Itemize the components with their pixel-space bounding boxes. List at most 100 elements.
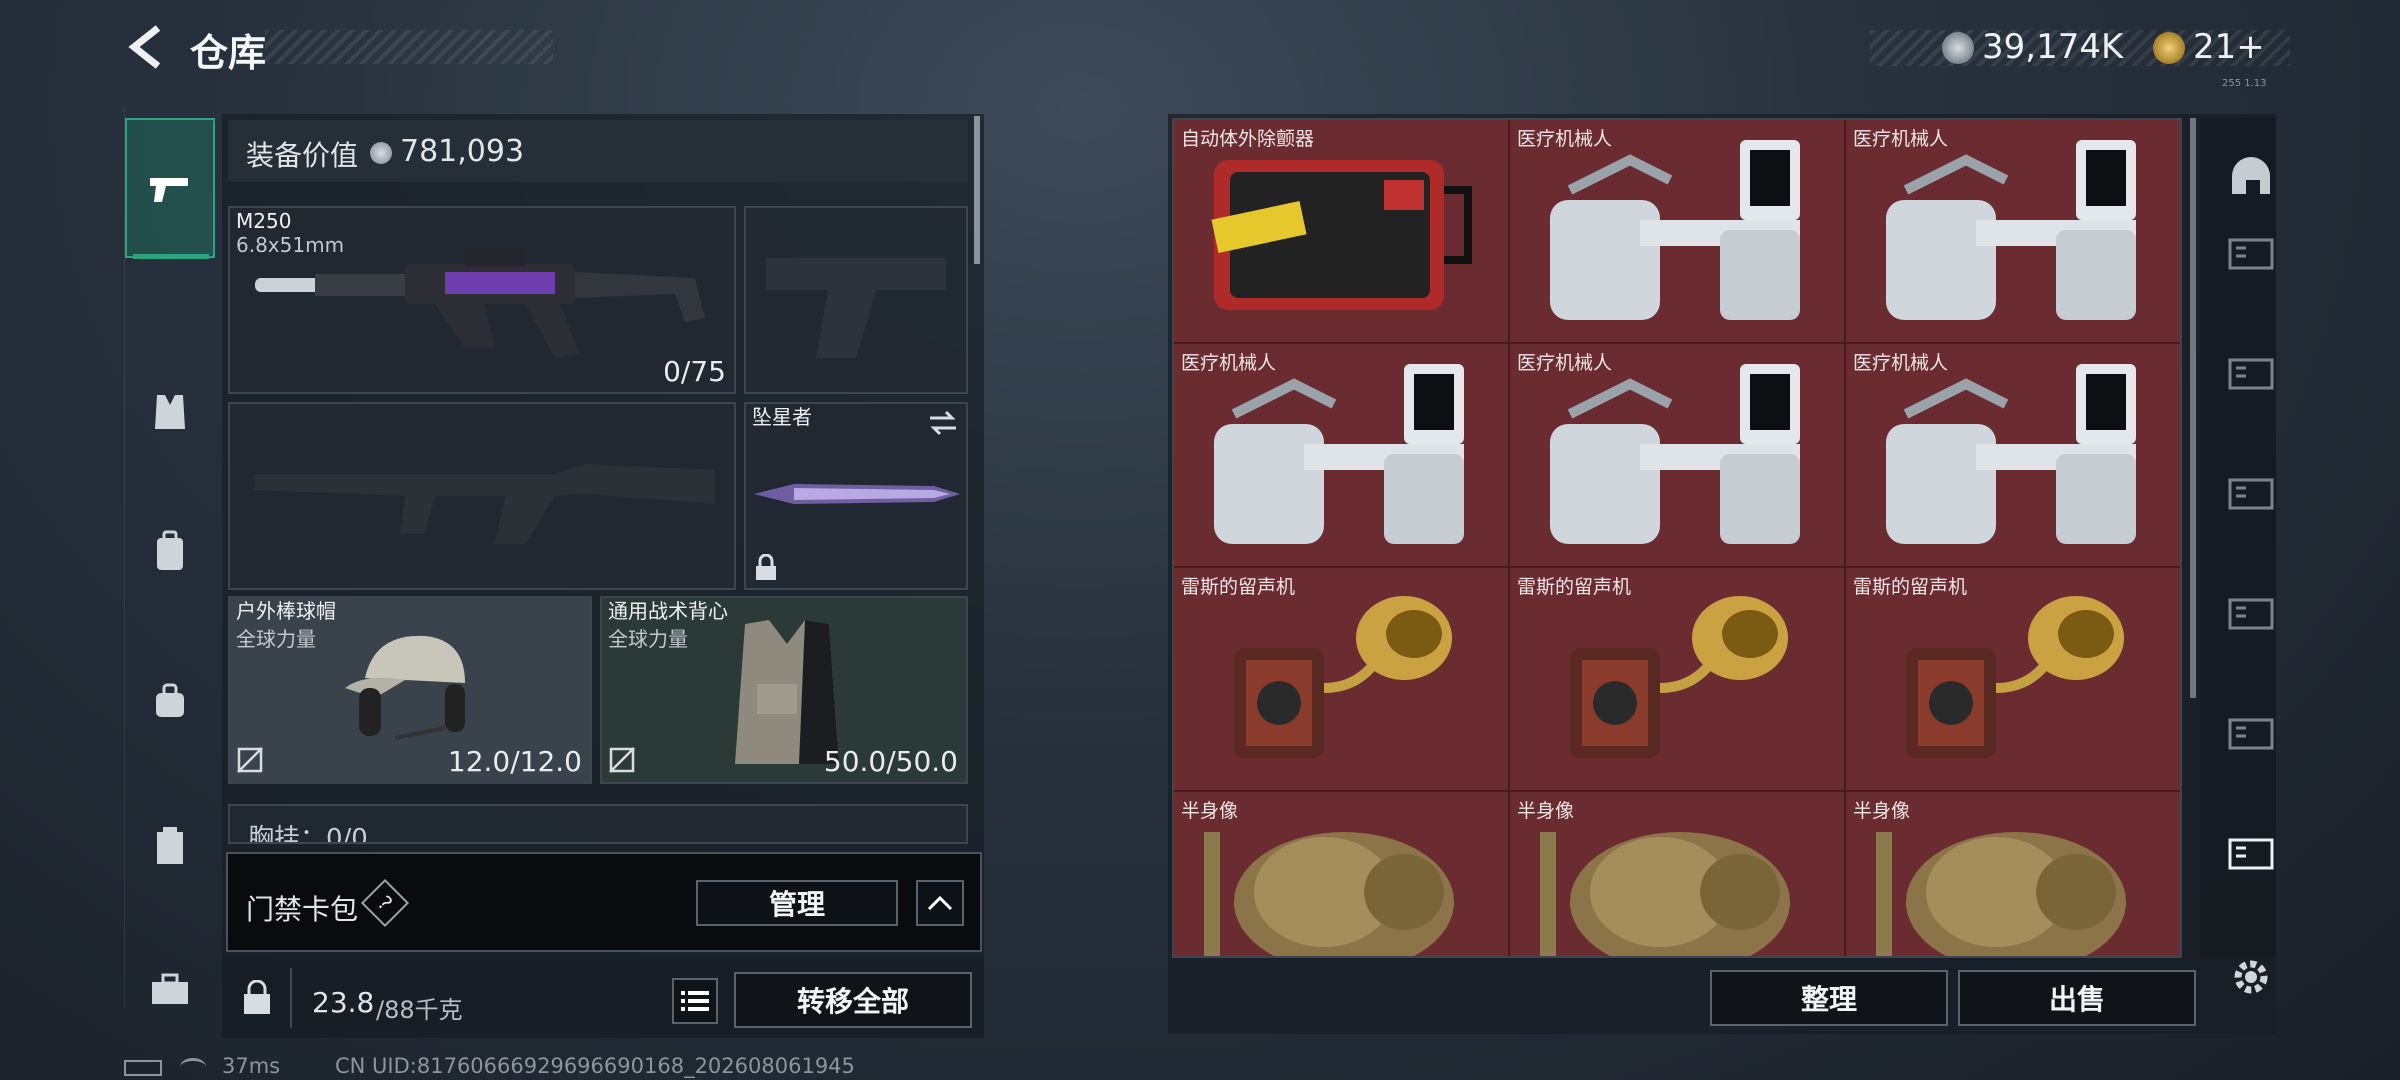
secondary-weapon-slot[interactable] (228, 402, 736, 590)
sidearm-slot[interactable] (744, 206, 968, 394)
transfer-all-button[interactable]: 转移全部 (734, 972, 972, 1028)
sidebar-item-backpack-alt[interactable] (125, 516, 215, 586)
chevron-up-icon (927, 895, 953, 911)
vest-icon (155, 395, 185, 429)
wifi-icon (180, 1058, 206, 1076)
uid-label: CN UID:81760666929696690168_202608061945 (335, 1054, 855, 1078)
back-button[interactable] (122, 22, 172, 72)
list-view-button[interactable] (672, 978, 718, 1024)
storage-tab-4-icon[interactable] (2226, 590, 2276, 640)
armor-name: 通用战术背心 (608, 599, 728, 623)
currency-coins: 39,174K (1982, 27, 2124, 67)
premium-icon (2153, 32, 2185, 64)
weight-current: 23.8 (312, 986, 375, 1019)
item-image (1510, 344, 1844, 566)
item-name: 雷斯的留声机 (1517, 576, 1632, 598)
stash-item-cell[interactable]: 医疗机械人 (1174, 344, 1510, 568)
category-sidebar (124, 106, 216, 1008)
stash-scrollbar[interactable] (2190, 118, 2196, 698)
item-name: 雷斯的留声机 (1853, 576, 1968, 598)
item-image (1510, 568, 1844, 790)
stash-item-cell[interactable]: 医疗机械人 (1846, 344, 2180, 568)
item-image (1174, 568, 1508, 790)
chest-rig-slot[interactable]: 胸挂：0/0 (228, 804, 968, 844)
sidebar-item-weapons[interactable] (125, 118, 215, 258)
currency-premium[interactable]: 21+ (2193, 27, 2265, 67)
armor-durability: 50.0/50.0 (823, 745, 958, 778)
cap-image (345, 635, 465, 740)
sidebar-active-bar (133, 254, 209, 259)
stash-item-cell[interactable]: 自动体外除颤器 (1174, 120, 1510, 344)
expand-button[interactable] (916, 880, 964, 926)
sidebar-item-bag[interactable] (125, 666, 215, 736)
helmet-slot[interactable]: 户外棒球帽 全球力量 12.0/12.0 (228, 596, 592, 784)
stash-grid: 自动体外除颤器 医疗机械人 医疗机械人 医疗机械人 医疗机械人 医疗机械人 雷斯的留声机 雷斯… (1172, 118, 2182, 958)
equip-scrollbar[interactable] (974, 116, 980, 264)
swap-icon[interactable] (928, 410, 958, 436)
item-name: 自动体外除颤器 (1181, 128, 1315, 150)
item-name: 医疗机械人 (1517, 352, 1613, 374)
stash-item-cell[interactable]: 雷斯的留声机 (1510, 568, 1846, 792)
item-name: 半身像 (1853, 800, 1911, 822)
storage-tab-1-icon[interactable] (2226, 230, 2276, 280)
storage-tab-3-icon[interactable] (2226, 470, 2276, 520)
silver-coin-icon (370, 142, 392, 164)
armor-slot[interactable]: 通用战术背心 全球力量 50.0/50.0 (600, 596, 968, 784)
item-name: 雷斯的留声机 (1181, 576, 1296, 598)
item-image (1174, 344, 1508, 566)
item-image (1846, 568, 2180, 790)
primary-weapon-slot[interactable]: M250 6.8x51mm 0/75 (228, 206, 736, 394)
keycard-label: 门禁卡包 (246, 893, 359, 926)
bag-icon (156, 683, 184, 717)
item-image (1510, 120, 1844, 342)
divider (290, 968, 292, 1028)
stash-item-cell[interactable]: 医疗机械人 (1510, 344, 1846, 568)
sidebar-item-vest[interactable] (125, 376, 215, 446)
sidebar-item-container[interactable] (125, 811, 215, 881)
armor-faction: 全球力量 (608, 627, 688, 651)
backpack-alt-icon (157, 530, 183, 570)
page-title: 仓库 (190, 31, 267, 75)
storage-tab-2-icon[interactable] (2226, 350, 2276, 400)
helmet-name: 户外棒球帽 (236, 599, 336, 623)
stash-item-cell[interactable]: 医疗机械人 (1510, 120, 1846, 344)
knife-image (754, 484, 960, 504)
item-name: 医疗机械人 (1517, 128, 1613, 150)
weapon-name: M250 (236, 209, 292, 233)
item-name: 医疗机械人 (1853, 128, 1949, 150)
stash-item-cell[interactable]: 半身像 (1510, 792, 1846, 956)
item-name: 医疗机械人 (1853, 352, 1949, 374)
weight-lock-icon (244, 980, 270, 1014)
dome-tab-icon[interactable] (2226, 150, 2276, 200)
equip-value: 781,093 (400, 134, 525, 169)
stash-item-cell[interactable]: 半身像 (1846, 792, 2180, 956)
stash-item-cell[interactable]: 半身像 (1174, 792, 1510, 956)
storage-tab-active-icon[interactable] (2226, 830, 2276, 880)
machine-gun-image (255, 248, 705, 358)
container-icon (157, 827, 183, 864)
item-name: 半身像 (1517, 800, 1575, 822)
settings-gear-icon[interactable] (2226, 952, 2276, 1002)
storage-tab-5-icon[interactable] (2226, 710, 2276, 760)
manage-button[interactable]: 管理 (696, 880, 898, 926)
version-label: 255 1.13 (2222, 78, 2267, 89)
sidebar-item-toolbox[interactable] (125, 954, 215, 1024)
stash-item-cell[interactable]: 雷斯的留声机 (1846, 568, 2180, 792)
item-image (1846, 344, 2180, 566)
title-decoration (265, 30, 553, 64)
help-icon[interactable]: ? (360, 878, 410, 928)
coin-icon (1942, 32, 1974, 64)
melee-slot[interactable]: 坠星者 (744, 402, 968, 590)
stash-item-cell[interactable]: 医疗机械人 (1846, 120, 2180, 344)
lock-icon (756, 554, 776, 580)
sell-button[interactable]: 出售 (1958, 970, 2196, 1026)
no-repair-icon (609, 747, 635, 773)
helmet-faction: 全球力量 (236, 627, 316, 651)
equip-value-row: 装备价值 781,093 (228, 120, 968, 182)
sort-button[interactable]: 整理 (1710, 970, 1948, 1026)
pistol-silhouette (766, 258, 946, 358)
ping-label: 37ms (222, 1054, 281, 1078)
weight-capacity: /88千克 (376, 996, 463, 1024)
stash-item-cell[interactable]: 雷斯的留声机 (1174, 568, 1510, 792)
melee-name: 坠星者 (752, 405, 812, 429)
